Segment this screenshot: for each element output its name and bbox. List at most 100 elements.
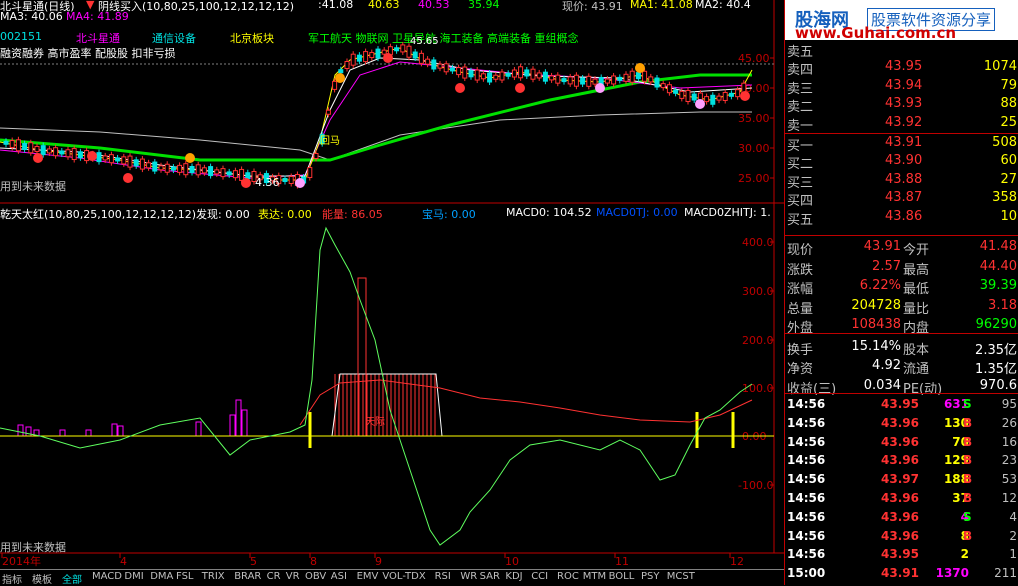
candle-body bbox=[214, 169, 220, 175]
tick-side: S bbox=[963, 509, 972, 524]
tick-row[interactable]: 14:56 43.96 130 B 26 bbox=[785, 414, 1018, 433]
quote-label: 净资 bbox=[787, 362, 814, 377]
candle-body bbox=[573, 74, 579, 87]
tick-row[interactable]: 14:56 43.97 188 B 53 bbox=[785, 470, 1018, 489]
candle-body bbox=[611, 75, 617, 85]
indicator-tab[interactable]: ROC bbox=[555, 571, 581, 582]
ma2-label: MA2: 40.4 bbox=[695, 0, 751, 11]
quote-value: 204728 bbox=[851, 297, 901, 313]
order-book-level: 买四 bbox=[787, 194, 814, 210]
indicator-tab[interactable]: WR bbox=[458, 571, 479, 582]
order-book-volume: 358 bbox=[992, 190, 1017, 206]
indicator-tab[interactable]: CCI bbox=[529, 571, 550, 582]
candle-body bbox=[77, 151, 83, 159]
indicator-tab[interactable]: EMV bbox=[355, 571, 381, 582]
indicator-tab[interactable]: RSI bbox=[433, 571, 453, 582]
tick-count: 53 bbox=[1001, 472, 1017, 487]
signal-marker-icon bbox=[595, 83, 605, 93]
order-book-level: 卖四 bbox=[787, 63, 814, 79]
stock-name[interactable]: 北斗星通 bbox=[76, 30, 120, 46]
candle-body bbox=[443, 63, 449, 73]
candle-body bbox=[338, 69, 344, 74]
indicator-tab-bar: 指标 模板 全部 MACD DMI DMA FSL TRIX BRAR CR VR OBV ASI EMV… bbox=[0, 569, 784, 586]
industry-tag[interactable]: 通信设备 bbox=[152, 30, 196, 46]
stock-code[interactable]: 002151 bbox=[0, 30, 42, 43]
candle-body bbox=[716, 95, 722, 101]
indicator-tab[interactable]: VR bbox=[284, 571, 302, 582]
macd-green-line bbox=[0, 226, 753, 546]
indicator-tab[interactable]: 模板 bbox=[30, 571, 54, 586]
order-book-price: 43.92 bbox=[885, 114, 923, 130]
indicator-tab[interactable]: VOL-TDX bbox=[380, 571, 427, 582]
order-book-price: 43.93 bbox=[885, 96, 923, 112]
low-price-label: 4.36 bbox=[255, 176, 280, 189]
candle-body bbox=[189, 166, 195, 173]
tick-row[interactable]: 14:56 43.96 70 B 16 bbox=[785, 433, 1018, 452]
order-book-row: 卖一 43.92 25 bbox=[785, 114, 1018, 134]
quote-value: 39.39 bbox=[979, 278, 1017, 293]
indicator-tab[interactable]: ASI bbox=[329, 571, 349, 582]
tick-row[interactable]: 14:56 43.96 8 B 2 bbox=[785, 527, 1018, 546]
tick-row[interactable]: 14:56 43.95 631 S 95 bbox=[785, 395, 1018, 414]
signal-marker-icon bbox=[455, 83, 465, 93]
indicator-tab[interactable]: MACD bbox=[90, 571, 124, 582]
candle-body bbox=[524, 69, 530, 77]
lower-indicator-name[interactable]: 乾天太红(10,80,25,100,12,12,12,12) bbox=[0, 206, 196, 222]
indicator-tab[interactable]: DMA bbox=[148, 571, 175, 582]
concept-tags[interactable]: 军工航天 物联网 卫星导航 海工装备 高端装备 重组概念 bbox=[308, 30, 578, 46]
time-axis-label: 5 bbox=[250, 555, 257, 568]
indicator-tab[interactable]: BOLL bbox=[607, 571, 637, 582]
candle-body bbox=[635, 72, 641, 80]
candle-body bbox=[536, 72, 542, 79]
candle-body bbox=[369, 52, 375, 59]
indicator-tab[interactable]: 指标 bbox=[0, 571, 24, 586]
tick-price: 43.95 bbox=[881, 397, 919, 411]
indicator-tab[interactable]: OBV bbox=[303, 571, 328, 582]
order-book-row: 买二 43.90 60 bbox=[785, 152, 1018, 172]
indicator-tab[interactable]: CR bbox=[265, 571, 283, 582]
divider bbox=[785, 133, 1018, 134]
order-book-level: 卖三 bbox=[787, 81, 814, 97]
candle-body bbox=[121, 156, 127, 165]
tick-row[interactable]: 14:56 43.95 2 1 bbox=[785, 545, 1018, 564]
chart-panel[interactable]: 45.00 40.00 35.00 30.00 25.00 400.0 300.0 200.0… bbox=[0, 0, 784, 568]
tick-row[interactable]: 14:56 43.96 129 B 23 bbox=[785, 451, 1018, 470]
tick-count: 2 bbox=[1009, 528, 1017, 543]
indicator-tab[interactable]: TRIX bbox=[200, 571, 227, 582]
indicator-tab[interactable]: FSL bbox=[174, 571, 196, 582]
indicator-axis-label: 300.0 bbox=[742, 285, 774, 298]
indicator-tab[interactable]: DMI bbox=[122, 571, 145, 582]
tick-row[interactable]: 14:56 43.96 4 S 4 bbox=[785, 508, 1018, 527]
tick-side: B bbox=[963, 415, 973, 430]
board-tag[interactable]: 北京板块 bbox=[230, 30, 274, 46]
tick-row[interactable]: 15:00 43.91 1370 211 bbox=[785, 564, 1018, 583]
indicator-tab[interactable]: 全部 bbox=[60, 571, 84, 586]
order-book-price: 43.87 bbox=[885, 190, 923, 206]
order-book-volume: 25 bbox=[1000, 114, 1017, 130]
order-book-price: 43.86 bbox=[885, 208, 923, 224]
indicator-tab[interactable]: MTM bbox=[581, 571, 608, 582]
kline-chart[interactable]: 45.0040.0035.0030.0025.00400.0300.0200.0… bbox=[0, 0, 784, 569]
indicator-tab[interactable]: PSY bbox=[639, 571, 662, 582]
signal-marker-icon bbox=[335, 73, 345, 83]
quote-value: 3.18 bbox=[988, 297, 1017, 313]
indicator-tab[interactable]: KDJ bbox=[503, 571, 524, 582]
order-book-row: 卖二 43.93 88 bbox=[785, 95, 1018, 115]
tick-row[interactable]: 14:56 43.96 37 B 12 bbox=[785, 489, 1018, 508]
candle-body bbox=[394, 47, 400, 52]
candle-body bbox=[226, 171, 232, 176]
candle-body bbox=[499, 71, 505, 81]
indicator-tab[interactable]: BRAR bbox=[232, 571, 263, 582]
divider bbox=[785, 235, 1018, 236]
candle-body bbox=[46, 148, 52, 154]
tick-count: 26 bbox=[1001, 415, 1017, 430]
candle-body bbox=[22, 143, 28, 151]
signal-marker-icon bbox=[295, 178, 305, 188]
time-axis-label: 10 bbox=[505, 555, 519, 568]
indicator-tab[interactable]: SAR bbox=[478, 571, 502, 582]
indicator-tab[interactable]: MCST bbox=[665, 571, 697, 582]
candle-body bbox=[177, 164, 183, 173]
candle-body bbox=[431, 59, 437, 70]
time-axis-label: 9 bbox=[375, 555, 382, 568]
tick-count: 12 bbox=[1001, 491, 1017, 505]
